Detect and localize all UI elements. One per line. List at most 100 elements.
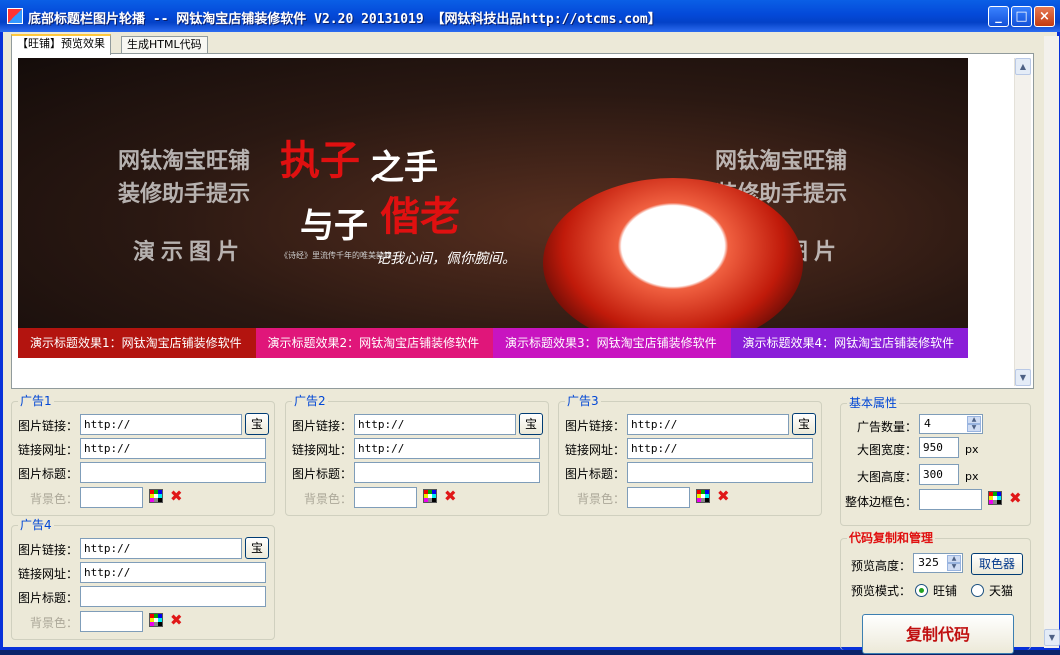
tab-html-code[interactable]: 生成HTML代码 <box>121 36 208 54</box>
watermark-text: 网钛淘宝旺铺 <box>715 149 848 174</box>
bg-color-input[interactable] <box>80 487 143 508</box>
img-title-label: 图片标题： <box>18 467 79 481</box>
img-width-input[interactable] <box>919 437 959 458</box>
ad-group-2: 广告2 图片链接： 宝 链接网址： 图片标题： 背景色： ✖ <box>285 394 549 516</box>
caption-item[interactable]: 演示标题效果3：网钛淘宝店铺装修软件 <box>493 328 731 358</box>
caption-bar: 演示标题效果1：网钛淘宝店铺装修软件 演示标题效果2：网钛淘宝店铺装修软件 演示… <box>18 328 968 358</box>
unit-label: px <box>965 470 979 483</box>
watermark-text: 装修助手提示 <box>118 182 251 207</box>
color-picker-icon[interactable] <box>988 491 1002 505</box>
bangle-image <box>543 178 803 348</box>
ad-group-3: 广告3 图片链接： 宝 链接网址： 图片标题： 背景色： ✖ <box>558 394 822 516</box>
ad-group-4: 广告4 图片链接： 宝 链接网址： 图片标题： 背景色： ✖ <box>11 518 275 640</box>
window-title: 底部标题栏图片轮播 -- 网钛淘宝店铺装修软件 V2.20 20131019 【… <box>28 12 661 27</box>
scroll-up-icon[interactable]: ▲ <box>1015 58 1031 75</box>
link-url-label: 链接网址： <box>292 443 353 457</box>
remove-color-icon[interactable]: ✖ <box>444 489 457 504</box>
app-icon <box>7 8 23 24</box>
img-title-label: 图片标题： <box>292 467 353 481</box>
img-link-input[interactable] <box>80 538 242 559</box>
bao-button[interactable]: 宝 <box>792 413 816 435</box>
ad-count-stepper[interactable]: 4 ▲ ▼ <box>919 414 983 434</box>
color-picker-icon[interactable] <box>696 489 710 503</box>
spin-down-icon[interactable]: ▼ <box>947 563 961 571</box>
basic-properties-group: 基本属性 广告数量： 4 ▲ ▼ 大图宽度： px 大图高度： px 整体边框色… <box>840 396 1031 526</box>
bg-color-input[interactable] <box>627 487 690 508</box>
img-link-input[interactable] <box>80 414 242 435</box>
group-label: 代码复制和管理 <box>847 531 936 545</box>
color-picker-icon[interactable] <box>149 489 163 503</box>
minimize-button[interactable]: _ <box>988 6 1009 27</box>
spin-up-icon[interactable]: ▲ <box>947 555 961 563</box>
img-link-label: 图片链接： <box>18 419 79 433</box>
bao-button[interactable]: 宝 <box>245 413 269 435</box>
caption-item[interactable]: 演示标题效果2：网钛淘宝店铺装修软件 <box>255 328 493 358</box>
remove-color-icon[interactable]: ✖ <box>170 489 183 504</box>
ad-group-1: 广告1 图片链接： 宝 链接网址： 图片标题： 背景色： ✖ <box>11 394 275 516</box>
preview-panel: 网钛淘宝旺铺 装修助手提示 演示图片 网钛淘宝旺铺 装修助手提示 演示图片 执子… <box>11 53 1034 389</box>
bg-color-input[interactable] <box>354 487 417 508</box>
title-bar[interactable]: 底部标题栏图片轮播 -- 网钛淘宝店铺装修软件 V2.20 20131019 【… <box>0 0 1060 32</box>
slogan-text: 与子 <box>300 206 368 246</box>
border-color-input[interactable] <box>919 489 982 510</box>
watermark-text: 演示图片 <box>133 240 246 265</box>
link-url-input[interactable] <box>80 438 266 459</box>
preview-height-label: 预览高度： <box>851 559 912 573</box>
copy-code-button[interactable]: 复制代码 <box>862 614 1014 654</box>
preview-mode-label: 预览模式： <box>851 584 912 598</box>
img-title-label: 图片标题： <box>18 591 79 605</box>
img-title-input[interactable] <box>354 462 540 483</box>
close-button[interactable]: × <box>1034 6 1055 27</box>
caption-item[interactable]: 演示标题效果4：网钛淘宝店铺装修软件 <box>730 328 968 358</box>
window-scrollbar[interactable]: ▼ <box>1044 36 1060 648</box>
code-management-group: 代码复制和管理 预览高度： 325 ▲ ▼ 取色器 预览模式： 旺铺 天猫 复制… <box>840 531 1031 654</box>
app-window: 底部标题栏图片轮播 -- 网钛淘宝店铺装修软件 V2.20 20131019 【… <box>0 0 1060 654</box>
color-picker-button[interactable]: 取色器 <box>971 553 1023 575</box>
color-picker-icon[interactable] <box>423 489 437 503</box>
border-color-label: 整体边框色： <box>845 495 918 509</box>
img-link-input[interactable] <box>354 414 516 435</box>
bao-button[interactable]: 宝 <box>245 537 269 559</box>
img-link-input[interactable] <box>627 414 789 435</box>
group-label: 广告4 <box>18 518 54 532</box>
bao-button[interactable]: 宝 <box>519 413 543 435</box>
img-title-input[interactable] <box>80 462 266 483</box>
mode-wangpu-label: 旺铺 <box>933 584 958 598</box>
remove-color-icon[interactable]: ✖ <box>170 613 183 628</box>
group-label: 广告2 <box>292 394 328 408</box>
slogan-text: 执子 <box>280 137 360 184</box>
mode-wangpu-radio[interactable] <box>915 584 928 597</box>
tab-preview[interactable]: 【旺铺】预览效果 <box>11 34 111 55</box>
scroll-down-icon[interactable]: ▼ <box>1044 629 1060 646</box>
bg-color-input[interactable] <box>80 611 143 632</box>
link-url-input[interactable] <box>627 438 813 459</box>
remove-color-icon[interactable]: ✖ <box>1009 491 1022 506</box>
preview-scrollbar[interactable]: ▲ ▼ <box>1014 58 1031 386</box>
img-height-label: 大图高度： <box>857 470 918 484</box>
img-height-input[interactable] <box>919 464 959 485</box>
img-link-label: 图片链接： <box>292 419 353 433</box>
mode-tmall-label: 天猫 <box>989 584 1014 598</box>
remove-color-icon[interactable]: ✖ <box>717 489 730 504</box>
bg-color-label: 背景色： <box>304 492 353 506</box>
watermark-text: 网钛淘宝旺铺 <box>118 149 251 174</box>
preview-height-stepper[interactable]: 325 ▲ ▼ <box>913 553 963 573</box>
link-url-input[interactable] <box>80 562 266 583</box>
color-picker-icon[interactable] <box>149 613 163 627</box>
img-title-label: 图片标题： <box>565 467 626 481</box>
img-title-input[interactable] <box>627 462 813 483</box>
banner-image: 网钛淘宝旺铺 装修助手提示 演示图片 网钛淘宝旺铺 装修助手提示 演示图片 执子… <box>18 58 968 358</box>
scroll-down-icon[interactable]: ▼ <box>1015 369 1031 386</box>
link-url-input[interactable] <box>354 438 540 459</box>
spin-up-icon[interactable]: ▲ <box>967 416 981 424</box>
img-title-input[interactable] <box>80 586 266 607</box>
slogan-script: 记我心间，佩你腕间。 <box>376 251 516 267</box>
slogan-text: 偕老 <box>380 193 460 240</box>
mode-tmall-radio[interactable] <box>971 584 984 597</box>
spin-down-icon[interactable]: ▼ <box>967 424 981 432</box>
group-label: 广告3 <box>565 394 601 408</box>
maximize-button[interactable]: □ <box>1011 6 1032 27</box>
img-link-label: 图片链接： <box>18 543 79 557</box>
link-url-label: 链接网址： <box>565 443 626 457</box>
caption-item[interactable]: 演示标题效果1：网钛淘宝店铺装修软件 <box>18 328 256 358</box>
